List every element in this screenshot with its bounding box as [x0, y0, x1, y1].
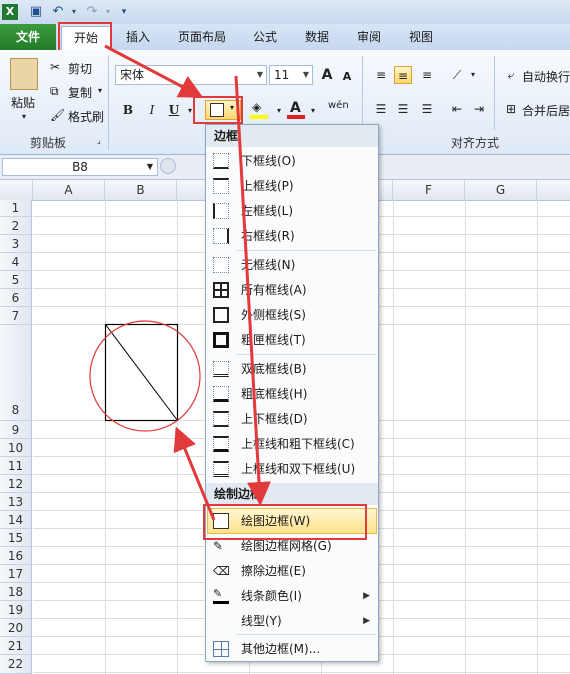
annotation-arrows — [104, 44, 271, 521]
arrow-home-to-borders — [104, 44, 204, 98]
arrow-borders-to-draw — [234, 75, 271, 506]
arrow-draw-to-cell — [173, 426, 216, 521]
